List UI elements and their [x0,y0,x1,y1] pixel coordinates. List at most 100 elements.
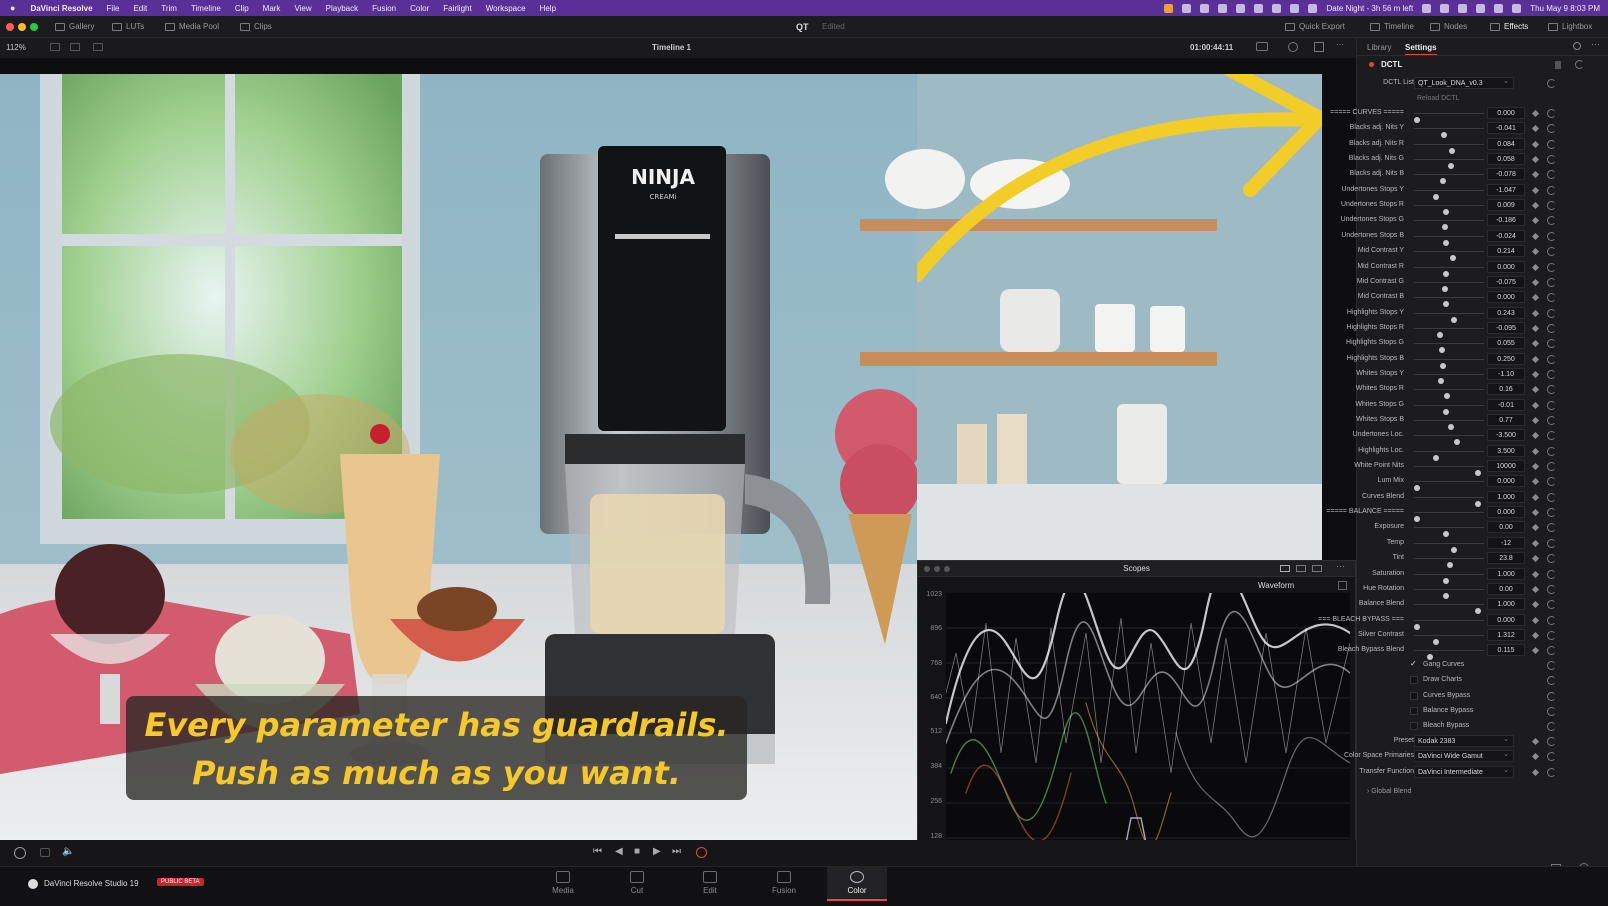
param-value-field[interactable]: -0.095 [1487,321,1525,334]
fullscreen-icon[interactable] [1314,42,1324,52]
param-slider[interactable] [1414,174,1484,185]
apple-icon[interactable]: ● [0,3,23,13]
param-value-field[interactable]: -0.075 [1487,275,1525,288]
effect-enabled-icon[interactable] [1369,62,1374,67]
dctl-checkbox-row[interactable]: Balance Bypass [1357,704,1608,719]
status-icon[interactable] [1164,3,1174,13]
status-icon[interactable] [1308,3,1318,13]
keyframe-icon[interactable] [1531,125,1540,133]
reset-icon[interactable] [1547,354,1556,364]
gallery-button[interactable]: Gallery [55,22,94,31]
viewer-mode-icon[interactable] [50,43,60,51]
status-icon[interactable] [1476,3,1486,13]
more-options-icon[interactable]: ··· [1591,39,1600,49]
keyframe-icon[interactable] [1531,737,1540,746]
reset-icon[interactable] [1575,60,1584,69]
dctl-section-header[interactable]: DCTL [1357,58,1608,72]
param-slider[interactable] [1414,281,1484,292]
keyframe-icon[interactable] [1531,416,1540,425]
timeline-name-dropdown[interactable]: Timeline 1 [652,43,691,52]
dctl-checkbox-row[interactable]: Curves Bypass [1357,689,1608,704]
status-icon[interactable] [1218,3,1228,13]
param-value-field[interactable]: 3.500 [1487,444,1525,457]
menu-timeline[interactable]: Timeline [184,4,228,13]
tab-library[interactable]: Library [1367,43,1391,52]
reset-icon[interactable] [1547,431,1556,441]
reset-icon[interactable] [1547,508,1556,518]
dctl-checkbox-row[interactable]: Bleach Bypass [1357,719,1608,734]
param-slider[interactable] [1414,558,1484,569]
param-slider[interactable] [1414,358,1484,369]
keyframe-icon[interactable] [1531,386,1540,394]
param-value-field[interactable]: 0.000 [1487,291,1525,304]
nodes-button[interactable]: Nodes [1430,22,1467,31]
param-value-field[interactable]: -12 [1487,536,1525,549]
global-blend-section[interactable]: › Global Blend [1367,788,1411,795]
status-icon[interactable] [1200,3,1210,13]
reset-icon[interactable] [1547,170,1556,180]
page-tab-cut[interactable]: Cut [607,871,667,895]
more-options-icon[interactable]: ··· [1336,40,1344,49]
param-slider[interactable] [1414,404,1484,415]
param-value-field[interactable]: -1.10 [1487,367,1525,380]
reset-icon[interactable] [1547,369,1556,379]
param-slider[interactable] [1414,512,1484,523]
keyframe-icon[interactable] [1531,432,1540,440]
param-value-field[interactable]: 0.243 [1487,306,1525,319]
menu-color[interactable]: Color [403,4,436,13]
reset-icon[interactable] [1547,231,1556,241]
playback-settings-icon[interactable] [40,848,50,857]
dropdown-select[interactable]: DaVinci Wide Gamut [1414,749,1514,763]
param-value-field[interactable]: 0.115 [1487,644,1525,657]
param-value-field[interactable]: 0.16 [1487,383,1525,396]
param-value-field[interactable]: 0.000 [1487,475,1525,488]
wifi-icon[interactable] [1458,3,1468,13]
viewer-options-icon[interactable] [1256,42,1268,51]
reset-icon[interactable] [1547,661,1556,670]
reset-icon[interactable] [1547,216,1556,226]
reset-icon[interactable] [1547,767,1556,777]
status-icon[interactable] [1440,3,1450,13]
trash-icon[interactable] [1555,61,1561,69]
menu-view[interactable]: View [287,4,318,13]
keyframe-icon[interactable] [1531,493,1540,501]
status-icon[interactable] [1422,3,1432,13]
param-slider[interactable] [1414,604,1484,615]
reset-icon[interactable] [1547,691,1556,701]
reset-icon[interactable] [1547,752,1556,762]
scope-type-dropdown[interactable]: Waveform [1258,581,1294,590]
reset-icon[interactable] [1547,139,1556,149]
reset-icon[interactable] [1547,185,1556,195]
param-value-field[interactable]: 0.000 [1487,613,1525,626]
param-value-field[interactable]: 1.312 [1487,628,1525,641]
keyframe-icon[interactable] [1531,447,1540,455]
timecode-display[interactable]: 01:00:44:11 [1190,43,1233,52]
menu-help[interactable]: Help [533,4,563,13]
param-value-field[interactable]: 0.058 [1487,153,1525,166]
keyframe-icon[interactable] [1531,601,1540,609]
keyframe-icon[interactable] [1531,463,1540,471]
param-slider[interactable] [1414,435,1484,446]
go-to-start-icon[interactable]: ⏮ [593,846,602,857]
param-slider[interactable] [1414,266,1484,277]
param-value-field[interactable]: 1.000 [1487,490,1525,503]
reset-icon[interactable] [1547,477,1556,487]
checkbox[interactable] [1410,691,1418,700]
zoom-window-button[interactable] [30,23,38,31]
param-value-field[interactable]: 10000 [1487,460,1525,473]
param-slider[interactable] [1414,235,1484,246]
reset-icon[interactable] [1547,600,1556,610]
minimize-window-button[interactable] [18,23,26,31]
param-slider[interactable] [1414,312,1484,323]
reload-dctl-button[interactable]: Reload DCTL [1417,95,1459,102]
keyframe-icon[interactable] [1531,324,1540,332]
status-icon[interactable] [1182,3,1192,13]
keyframe-icon[interactable] [1531,616,1540,624]
scopes-titlebar[interactable]: Scopes ··· [918,561,1355,577]
close-window-button[interactable] [6,23,14,31]
param-slider[interactable] [1414,619,1484,630]
dctl-list-dropdown[interactable]: QT_Look_DNA_v0.3 [1414,76,1514,89]
dropdown-select[interactable]: Kodak 2383 [1414,734,1514,747]
search-icon[interactable] [1573,42,1581,50]
keyframe-icon[interactable] [1531,156,1540,164]
